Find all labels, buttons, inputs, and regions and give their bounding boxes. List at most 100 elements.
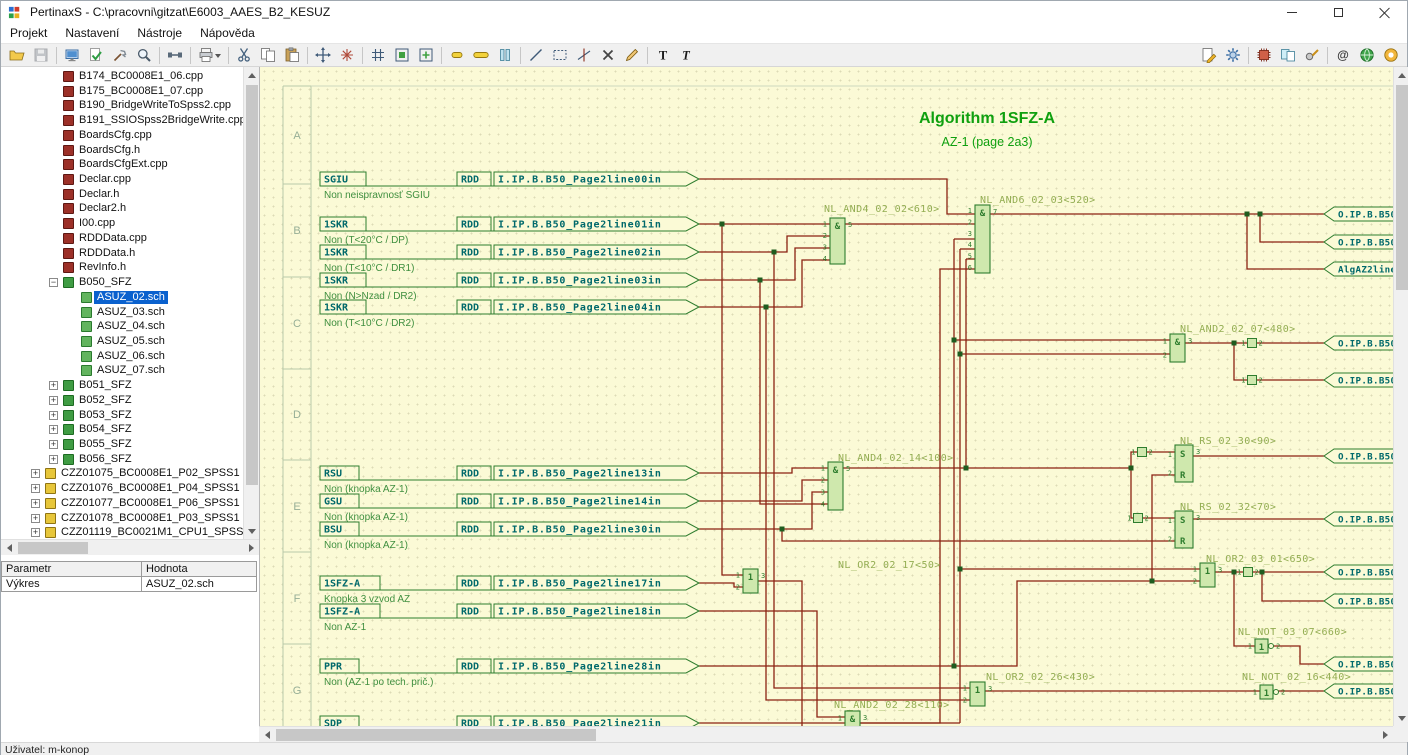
folder-open-button[interactable] [5, 44, 29, 66]
move-button[interactable] [311, 44, 335, 66]
menu-nastaveni[interactable]: Nastavení [56, 24, 128, 42]
wire[interactable] [699, 468, 828, 473]
tree-item-label[interactable]: RDDData.cpp [76, 232, 150, 245]
menu-nastroje[interactable]: Nástroje [128, 24, 191, 42]
wire[interactable] [699, 611, 845, 717]
tree-item[interactable]: B174_BC0008E1_06.cpp [1, 69, 243, 84]
tree-item-label[interactable]: B052_SFZ [76, 394, 135, 407]
tree-item-label[interactable]: CZZ01119_BC0021M1_CPU1_SPSS1 [58, 526, 243, 539]
tree-item-label[interactable]: B056_SFZ [76, 453, 135, 466]
scroll-thumb[interactable] [18, 542, 88, 554]
tree-item-label[interactable]: B054_SFZ [76, 423, 135, 436]
tree-item[interactable]: Declar.cpp [1, 172, 243, 187]
flag-check-button[interactable] [84, 44, 108, 66]
minimize-button[interactable] [1269, 1, 1315, 23]
output-flag[interactable]: O.IP.B.B50_P [1324, 565, 1393, 579]
tree-item-label[interactable]: RevInfo.h [76, 261, 129, 274]
tree-expander-plus[interactable]: + [49, 455, 58, 464]
cut-button[interactable] [232, 44, 256, 66]
input-row[interactable]: SDPRDDI.IP.B.B50_Page2line21in [320, 716, 699, 726]
zoom-button[interactable] [132, 44, 156, 66]
tree-item-label[interactable]: Declar.h [76, 188, 122, 201]
tree-item[interactable]: BoardsCfg.cpp [1, 128, 243, 143]
gate-not[interactable]: NL_NOT_03_07<660>112 [1238, 627, 1347, 653]
input-row[interactable]: 1SFZ-ARDDI.IP.B.B50_Page2line18inNon AZ-… [320, 604, 699, 633]
tree-expander-plus[interactable]: + [31, 484, 40, 493]
menu-napoveda[interactable]: Nápověda [191, 24, 264, 42]
input-row[interactable]: SGIURDDI.IP.B.B50_Page2line00inNon neisp… [320, 172, 699, 201]
tree-item[interactable]: +CZZ01078_BC0008E1_P03_SPSS1 [1, 511, 243, 526]
tree-expander-plus[interactable]: + [49, 440, 58, 449]
tree-expander-plus[interactable]: + [31, 528, 40, 537]
tree-item[interactable]: ASUZ_04.sch [1, 319, 243, 334]
tree-item[interactable]: BoardsCfg.h [1, 143, 243, 158]
input-row[interactable]: 1SKRRDDI.IP.B.B50_Page2line04inNon (T<10… [320, 300, 699, 329]
tree-item[interactable]: BoardsCfgExt.cpp [1, 157, 243, 172]
text-t-2-button[interactable]: T [675, 44, 699, 66]
tree-item[interactable]: ASUZ_03.sch [1, 305, 243, 320]
scroll-thumb[interactable] [246, 85, 258, 485]
tree-item-label[interactable]: BoardsCfg.cpp [76, 129, 155, 142]
tree-item[interactable]: RevInfo.h [1, 260, 243, 275]
tree-expander-plus[interactable]: + [31, 499, 40, 508]
pill-small-button[interactable] [445, 44, 469, 66]
output-flag[interactable]: O.IP.B.B50_P [1324, 684, 1393, 698]
tree-item-label[interactable]: ASUZ_05.sch [94, 335, 168, 348]
schematic-horizontal-scrollbar[interactable] [259, 726, 1393, 742]
tree-expander-minus[interactable]: − [49, 278, 58, 287]
tree-item-label[interactable]: CZZ01078_BC0008E1_P03_SPSS1 [58, 512, 243, 525]
tree-item[interactable]: B175_BC0008E1_07.cpp [1, 84, 243, 99]
tree-item-label[interactable]: B050_SFZ [76, 276, 135, 289]
erase-star-button[interactable] [335, 44, 359, 66]
wire[interactable] [699, 492, 828, 529]
wire[interactable] [1234, 343, 1324, 380]
close-button[interactable] [1361, 1, 1407, 23]
tree-item[interactable]: Declar.h [1, 187, 243, 202]
output-flag[interactable]: O.IP.B.B50_P [1324, 594, 1393, 608]
tree-item-label[interactable]: Declar.cpp [76, 173, 134, 186]
plug-button[interactable] [1379, 44, 1403, 66]
tree-item[interactable]: +B054_SFZ [1, 422, 243, 437]
line-button[interactable] [524, 44, 548, 66]
node-line-button[interactable] [572, 44, 596, 66]
gear-pen-button[interactable] [1300, 44, 1324, 66]
gate-and[interactable]: NL_AND4_02_02<610>&12345 [823, 204, 940, 264]
maximize-button[interactable] [1315, 1, 1361, 23]
gate-and[interactable]: NL_AND6_02_03<520>&1234567 [968, 195, 1096, 273]
tree-item[interactable]: ASUZ_05.sch [1, 334, 243, 349]
output-flag[interactable]: O.IP.B.B50_P [1324, 373, 1393, 387]
tree-item-label[interactable]: B191_SSIOSpss2BridgeWrite.cpp [76, 114, 243, 127]
at-sign-button[interactable]: @ [1331, 44, 1355, 66]
tools-button[interactable] [108, 44, 132, 66]
tree-item-label[interactable]: ASUZ_06.sch [94, 350, 168, 363]
tree-item[interactable]: + CZZ01076_BC0008E1_P04_SPSS1 [1, 481, 243, 496]
scroll-up-button[interactable] [1394, 67, 1408, 83]
schematic-vertical-scrollbar[interactable] [1393, 67, 1408, 726]
tree-expander-plus[interactable]: + [49, 396, 58, 405]
tree-item[interactable]: +B051_SFZ [1, 378, 243, 393]
wire[interactable] [699, 236, 830, 252]
gate-rs-flipflop[interactable]: NL_RS_02_30<90>SR123 [1168, 436, 1277, 482]
copy-button[interactable] [256, 44, 280, 66]
scroll-thumb[interactable] [1396, 85, 1408, 290]
tree-item[interactable]: RDDData.cpp [1, 231, 243, 246]
input-row[interactable]: GSURDDI.IP.B.B50_Page2line14inNon (knopk… [320, 494, 699, 523]
pen-button[interactable] [620, 44, 644, 66]
tree-item[interactable]: RDDData.h [1, 246, 243, 261]
scroll-right-button[interactable] [243, 540, 259, 556]
chip-button[interactable] [1252, 44, 1276, 66]
schematic-viewport[interactable]: ABCDEFGAlgorithm 1SFZ-AAZ-1 (page 2a3)SG… [259, 67, 1393, 726]
tree-item-label[interactable]: CZZ01076_BC0008E1_P04_SPSS1 [58, 482, 243, 495]
output-flag[interactable]: O.IP.B.B50_P [1324, 449, 1393, 463]
paste-button[interactable] [280, 44, 304, 66]
tree-item-label[interactable]: Declar2.h [76, 202, 129, 215]
wire[interactable] [760, 280, 828, 504]
tree-item[interactable]: B191_SSIOSpss2BridgeWrite.cpp [1, 113, 243, 128]
tree-item-label[interactable]: B053_SFZ [76, 409, 135, 422]
columns-button[interactable] [493, 44, 517, 66]
tree-item-label[interactable]: I00.cpp [76, 217, 118, 230]
gate-rs-flipflop[interactable]: NL_RS_02_32<70>SR123 [1168, 502, 1277, 548]
scroll-left-button[interactable] [1, 540, 17, 556]
output-flag[interactable]: O.IP.B.B50_P [1324, 336, 1393, 350]
tree-item-label[interactable]: ASUZ_02.sch [94, 291, 168, 304]
